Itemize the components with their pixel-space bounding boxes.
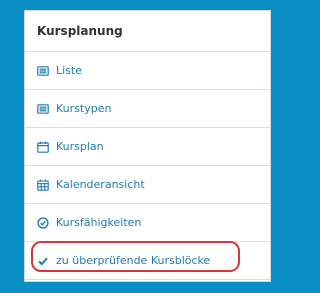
nav-item-label: Kursplan <box>56 140 104 153</box>
nav-item-label: zu überprüfende Kursblöcke <box>56 254 211 267</box>
nav-item-label: Kalenderansicht <box>56 178 145 191</box>
check-circle-icon <box>37 216 49 229</box>
nav-item-zu-ueberpruefende-kursbloecke[interactable]: zu überprüfende Kursblöcke <box>25 242 270 280</box>
list-icon <box>37 103 49 115</box>
nav-item-liste[interactable]: Liste <box>25 52 270 90</box>
calendar-icon <box>37 141 49 153</box>
check-icon <box>37 255 49 267</box>
list-icon <box>37 65 49 77</box>
nav-item-label: Kursfähigkeiten <box>56 216 142 229</box>
calendar-grid-icon <box>37 179 49 191</box>
nav-item-kurstypen[interactable]: Kurstypen <box>25 90 270 128</box>
nav-item-kursplan[interactable]: Kursplan <box>25 128 270 166</box>
kursplanung-panel: Kursplanung Liste Kurstypen Kursplan Kal… <box>24 10 271 282</box>
nav-item-kursfaehigkeiten[interactable]: Kursfähigkeiten <box>25 204 270 242</box>
panel-title: Kursplanung <box>25 11 270 52</box>
nav-item-kalenderansicht[interactable]: Kalenderansicht <box>25 166 270 204</box>
nav-item-label: Liste <box>56 64 82 77</box>
nav-item-label: Kurstypen <box>56 102 112 115</box>
